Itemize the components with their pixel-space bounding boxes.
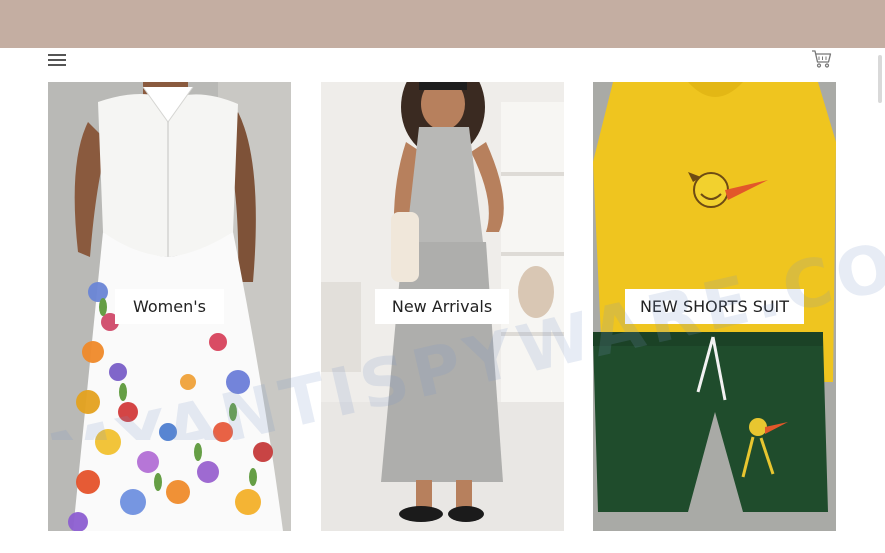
announcement-bar: [0, 0, 885, 48]
collection-card-womens[interactable]: Women's: [48, 82, 291, 531]
collection-card-new-arrivals[interactable]: New Arrivals: [321, 82, 564, 531]
collection-label[interactable]: Women's: [115, 289, 224, 324]
page-scrollbar[interactable]: [878, 55, 882, 103]
collection-card-new-shorts-suit[interactable]: NEW SHORTS SUIT: [593, 82, 836, 531]
site-header: [0, 48, 885, 78]
shopping-cart-icon[interactable]: [811, 49, 833, 69]
hamburger-menu-icon[interactable]: [48, 52, 66, 66]
collection-label[interactable]: NEW SHORTS SUIT: [625, 289, 804, 324]
collection-label[interactable]: New Arrivals: [375, 289, 509, 324]
